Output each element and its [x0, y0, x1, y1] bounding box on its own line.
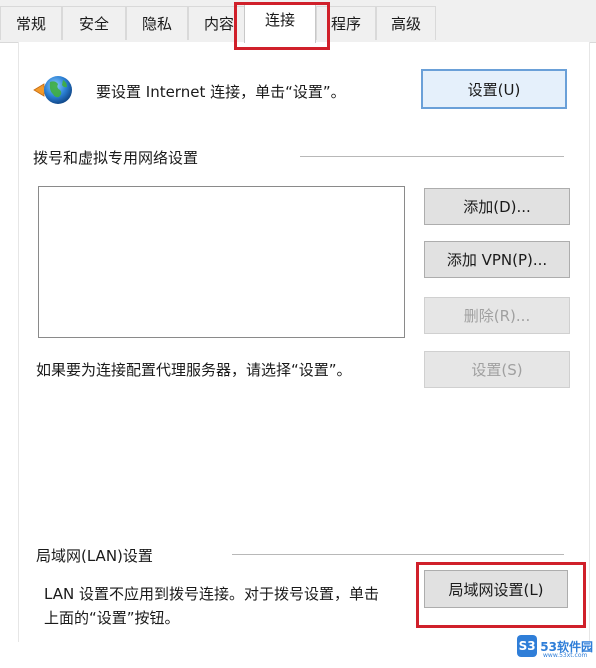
tab-label: 内容	[203, 15, 234, 33]
globe-icon	[32, 72, 74, 110]
lan-heading: 局域网(LAN)设置	[36, 547, 153, 565]
tab-label: 隐私	[141, 15, 172, 33]
lan-button-highlight	[416, 562, 586, 628]
setup-internet-button[interactable]: 设置(U)	[421, 69, 567, 109]
remove-button[interactable]: 删除(R)...	[424, 297, 570, 334]
watermark-logo: S3 53软件园 www.53xt.com	[517, 629, 593, 663]
internet-setup-text: 要设置 Internet 连接，单击“设置”。	[96, 83, 346, 101]
dialup-settings-button[interactable]: 设置(S)	[424, 351, 570, 388]
watermark-url: www.53xt.com	[543, 652, 588, 659]
watermark-badge: S3	[517, 635, 538, 657]
dialup-heading: 拨号和虚拟专用网络设置	[33, 149, 199, 167]
tab-label: 安全	[78, 15, 109, 33]
tab-privacy[interactable]: 隐私	[126, 6, 188, 40]
add-button[interactable]: 添加(D)...	[424, 188, 570, 225]
lan-description-line1: LAN 设置不应用到拨号连接。对于拨号设置，单击	[44, 585, 379, 603]
tab-label: 高级	[390, 15, 421, 33]
lan-separator	[232, 554, 564, 555]
dialup-separator	[300, 156, 564, 157]
active-tab-highlight	[234, 2, 330, 50]
add-vpn-button[interactable]: 添加 VPN(P)...	[424, 241, 570, 278]
proxy-hint-text: 如果要为连接配置代理服务器，请选择“设置”。	[36, 361, 352, 379]
tab-security[interactable]: 安全	[62, 6, 126, 40]
lan-description-line2: 上面的“设置”按钮。	[44, 609, 180, 627]
connections-list[interactable]	[38, 186, 405, 338]
tab-general[interactable]: 常规	[0, 6, 62, 40]
tab-label: 常规	[15, 15, 46, 33]
tab-label: 程序	[330, 15, 361, 33]
tab-advanced[interactable]: 高级	[376, 6, 436, 40]
